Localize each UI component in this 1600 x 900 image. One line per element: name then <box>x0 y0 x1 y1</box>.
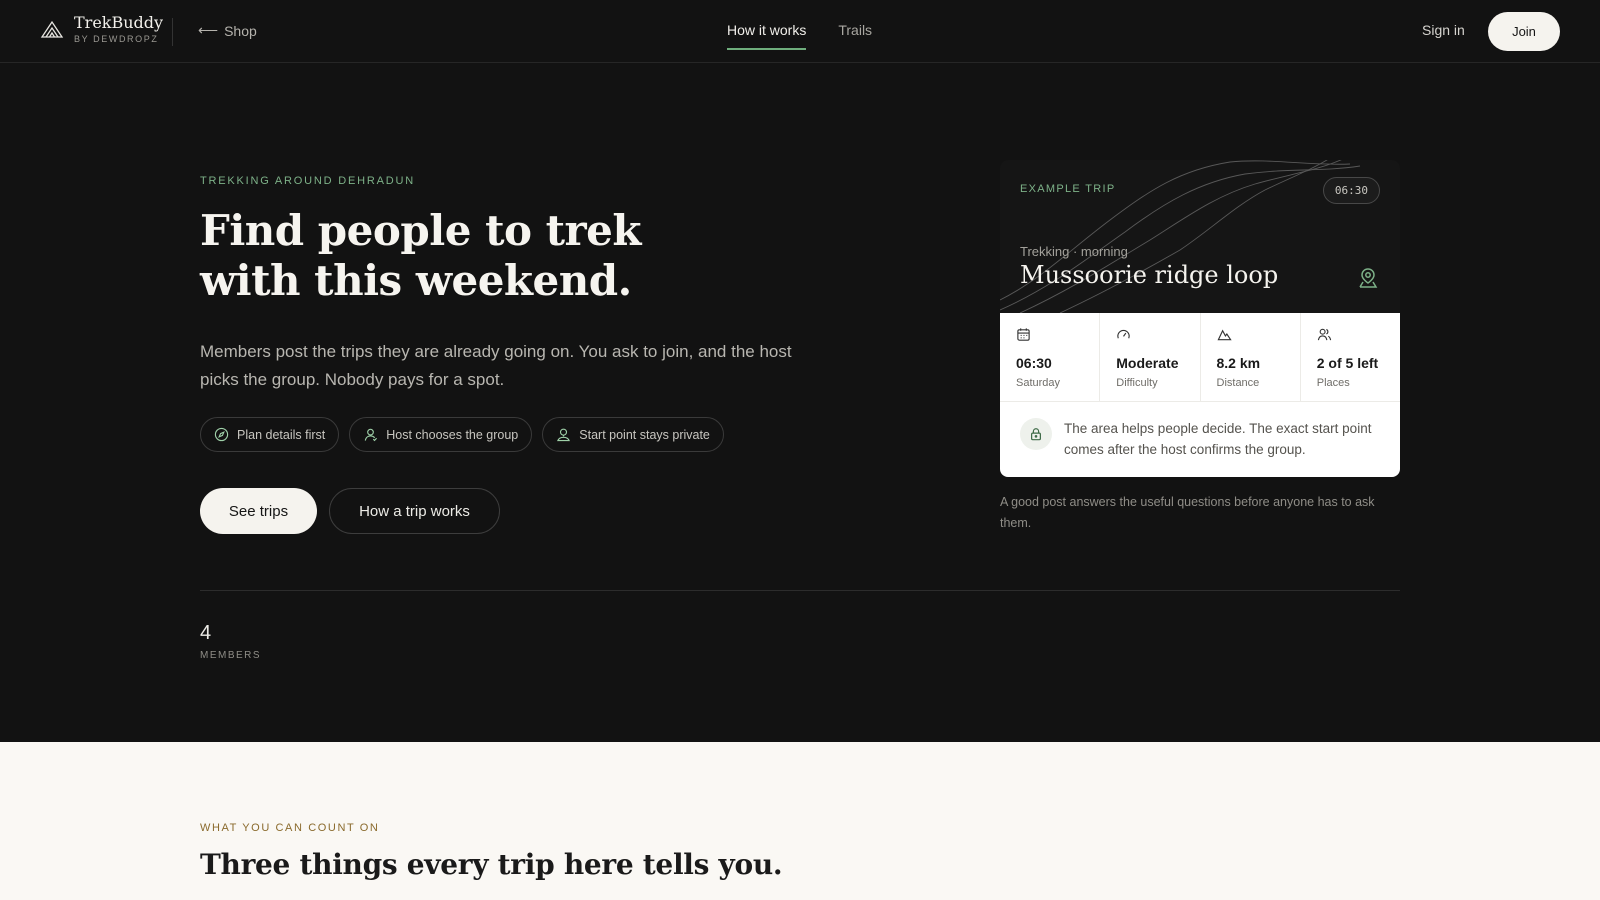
chip-start-private: Start point stays private <box>542 417 724 452</box>
trip-card-header: EXAMPLE TRIP 06:30 Trekking · morning Mu… <box>1000 160 1400 313</box>
how-a-trip-works-button[interactable]: How a trip works <box>329 488 500 534</box>
map-pin-icon <box>1359 268 1378 288</box>
trip-card-body: 06:30 Saturday Moderate Difficulty 8.2 k… <box>1000 313 1400 477</box>
trip-privacy-note: The area helps people decide. The exact … <box>1000 402 1400 476</box>
feature-chips: Plan details first Host chooses the grou… <box>200 417 724 452</box>
trip-card-eyebrow: EXAMPLE TRIP <box>1020 183 1116 195</box>
sign-in-link[interactable]: Sign in <box>1422 22 1465 38</box>
lock-icon-badge <box>1020 418 1052 450</box>
chip-label: Start point stays private <box>579 427 710 442</box>
see-trips-button[interactable]: See trips <box>200 488 317 534</box>
compass-icon <box>214 427 229 442</box>
shop-label: Shop <box>224 22 257 39</box>
join-button[interactable]: Join <box>1488 12 1560 51</box>
chip-label: Plan details first <box>237 427 326 442</box>
metric-time: 06:30 Saturday <box>1000 313 1101 401</box>
trip-card-caption: A good post answers the useful questions… <box>1000 495 1375 530</box>
nav-link-trails[interactable]: Trails <box>838 22 872 50</box>
metric-label: Distance <box>1216 377 1260 389</box>
hero-title-line-2: with this weekend. <box>200 256 632 305</box>
example-trip-card: EXAMPLE TRIP 06:30 Trekking · morning Mu… <box>1000 160 1400 477</box>
trip-kicker: Trekking · morning <box>1020 244 1128 259</box>
gauge-icon <box>1117 329 1130 339</box>
chip-plan-details: Plan details first <box>200 417 340 452</box>
metric-label: Places <box>1316 377 1350 389</box>
count-on-section: WHAT YOU CAN COUNT ON Three things every… <box>0 742 1600 900</box>
trip-time-pill: 06:30 <box>1322 177 1380 204</box>
metric-places: 2 of 5 left Places <box>1301 313 1400 401</box>
metric-value: 8.2 km <box>1216 355 1261 371</box>
metric-distance: 8.2 km Distance <box>1201 313 1301 401</box>
hero-eyebrow: TREKKING AROUND DEHRADUN <box>200 175 415 187</box>
chip-host-chooses: Host chooses the group <box>349 417 533 452</box>
shop-link[interactable]: ⟵ Shop <box>198 22 257 39</box>
arrow-left-icon: ⟵ <box>198 22 219 38</box>
trip-metrics: 06:30 Saturday Moderate Difficulty 8.2 k… <box>1000 313 1400 402</box>
section-title: Three things every trip here tells you. <box>200 848 783 881</box>
top-nav: TrekBuddy BY DEWDROPZ ⟵ Shop How it work… <box>0 0 1600 63</box>
trip-title: Mussoorie ridge loop <box>1020 261 1279 289</box>
note-text: The area helps people decide. The exact … <box>1064 421 1372 457</box>
brand-name: TrekBuddy <box>74 13 164 32</box>
metric-difficulty: Moderate Difficulty <box>1100 313 1201 401</box>
metric-label: Saturday <box>1016 377 1061 389</box>
mountain-logo-icon <box>40 20 64 38</box>
user-icon <box>365 428 378 442</box>
chip-label: Host chooses the group <box>386 427 519 442</box>
hero-title: Find people to trek with this weekend. <box>200 206 820 306</box>
members-label: MEMBERS <box>200 650 262 661</box>
metric-label: Difficulty <box>1116 377 1158 389</box>
metric-value: 2 of 5 left <box>1316 355 1379 371</box>
calendar-icon <box>1017 328 1030 341</box>
nav-link-how-it-works[interactable]: How it works <box>727 22 807 50</box>
users-icon <box>1317 328 1331 341</box>
members-count: 4 <box>200 622 212 644</box>
section-divider <box>200 590 1400 591</box>
brand-subtitle: BY DEWDROPZ <box>74 34 159 44</box>
nav-divider <box>172 18 173 46</box>
mountain-icon <box>1217 329 1232 341</box>
brand-logo[interactable]: TrekBuddy BY DEWDROPZ <box>40 14 163 44</box>
section-eyebrow: WHAT YOU CAN COUNT ON <box>200 822 380 834</box>
lock-icon <box>1031 428 1041 441</box>
metric-value: 06:30 <box>1016 355 1052 371</box>
hero-description: Members post the trips they are already … <box>200 342 792 389</box>
hero-title-line-1: Find people to trek <box>200 206 641 255</box>
user-pin-icon <box>557 428 571 442</box>
metric-value: Moderate <box>1116 355 1179 371</box>
main-nav: How it works Trails <box>727 22 872 50</box>
